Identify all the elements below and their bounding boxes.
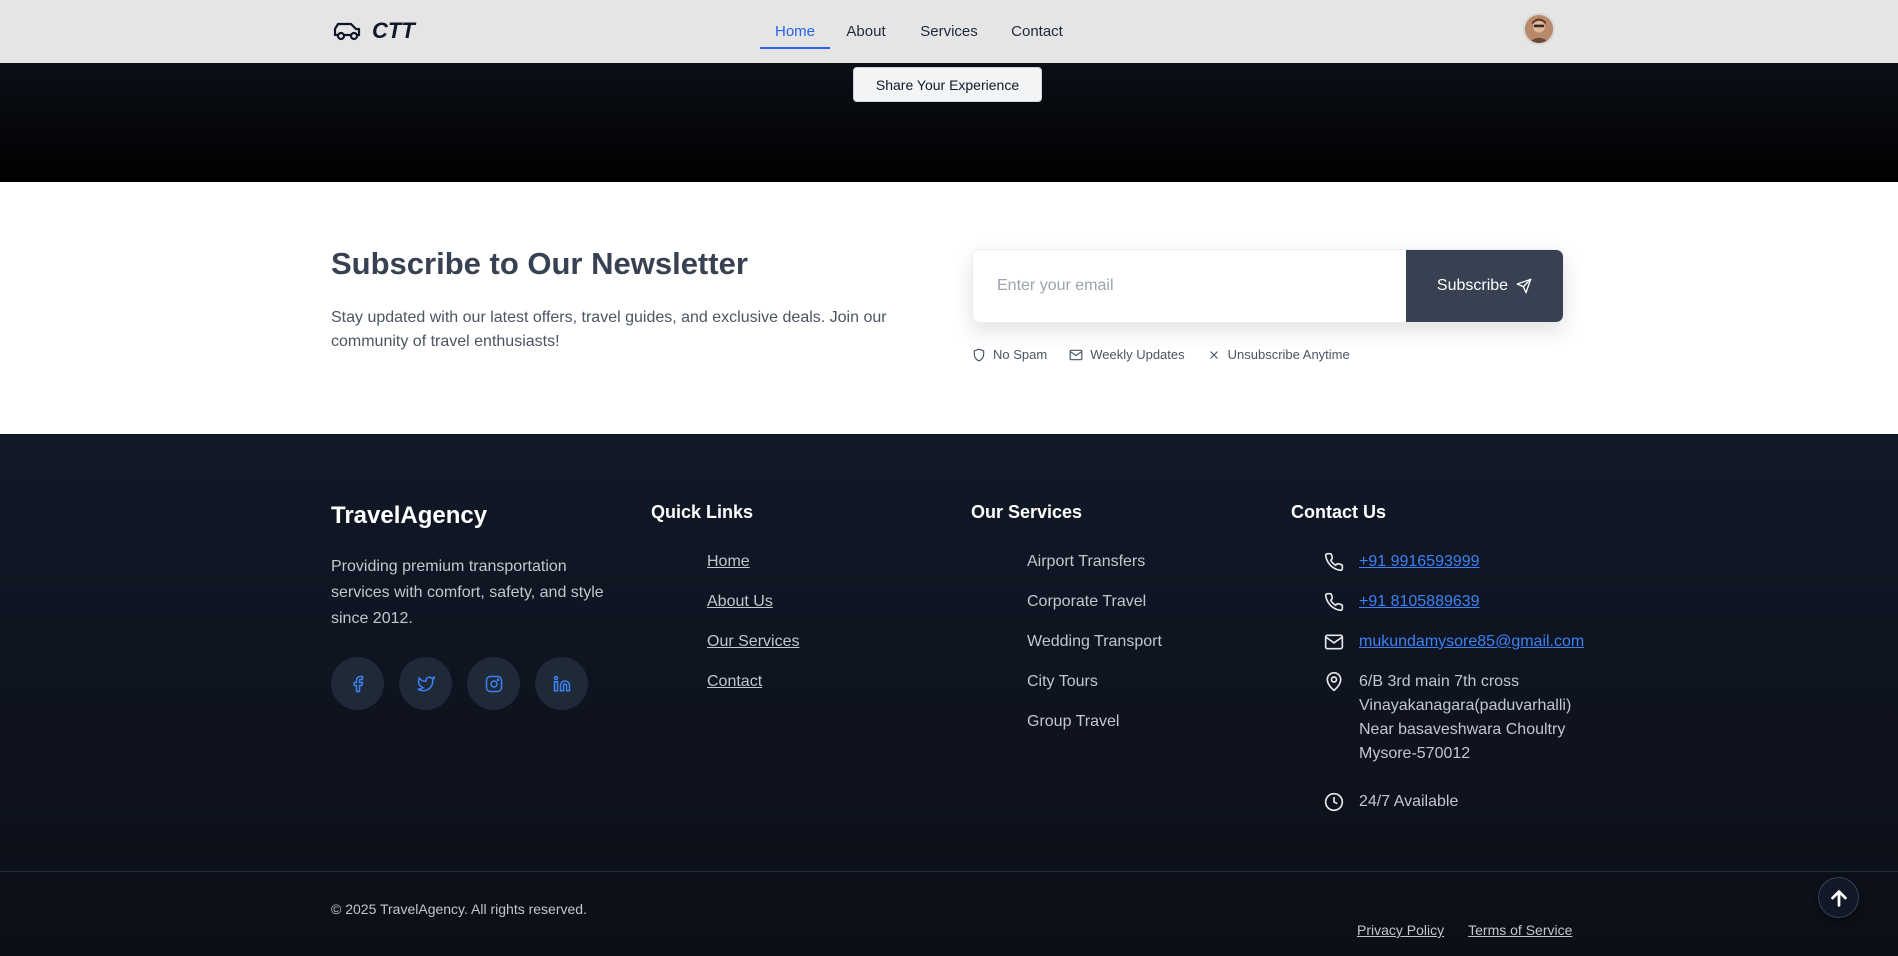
contact-phone-1: +91 9916593999 bbox=[1323, 550, 1480, 574]
footer-link-home[interactable]: Home bbox=[707, 553, 750, 571]
clock-icon bbox=[1324, 792, 1344, 812]
service-item: Group Travel bbox=[1027, 713, 1120, 730]
subscribe-label: Subscribe bbox=[1436, 277, 1509, 294]
quick-links-title: Quick Links bbox=[651, 502, 754, 522]
nav-contact[interactable]: Contact bbox=[1008, 0, 1066, 63]
brand-logo[interactable]: CTT bbox=[332, 18, 415, 44]
arrow-up-icon bbox=[1830, 889, 1847, 907]
email-link[interactable]: mukundamysore85@gmail.com bbox=[1359, 630, 1584, 654]
hours-text: 24/7 Available bbox=[1359, 793, 1459, 810]
contact-phone-2: +91 8105889639 bbox=[1323, 590, 1480, 614]
newsletter-description: Stay updated with our latest offers, tra… bbox=[331, 309, 887, 350]
contact-title: Contact Us bbox=[1291, 502, 1387, 522]
copyright-text: © 2025 TravelAgency. All rights reserved… bbox=[331, 901, 587, 917]
feature-weekly-updates: Weekly Updates bbox=[1069, 347, 1185, 362]
nav-about[interactable]: About bbox=[846, 0, 885, 63]
footer-link-services[interactable]: Our Services bbox=[707, 633, 799, 651]
site-footer: TravelAgency Providing premium transport… bbox=[0, 434, 1898, 956]
address-line: Mysore-570012 bbox=[1359, 745, 1471, 762]
service-item: City Tours bbox=[1027, 673, 1098, 690]
subscribe-button[interactable]: Subscribe bbox=[1406, 250, 1563, 322]
send-icon bbox=[1516, 278, 1532, 294]
service-item: Wedding Transport bbox=[1027, 633, 1162, 650]
top-navbar: CTT Home About Services Contact bbox=[0, 0, 1898, 63]
newsletter-title: Subscribe to Our Newsletter bbox=[331, 246, 748, 281]
mail-icon bbox=[1069, 349, 1083, 360]
feature-label: No Spam bbox=[993, 347, 1048, 362]
footer-link-about[interactable]: About Us bbox=[707, 593, 773, 611]
address-line: Near basaveshwara Choultry bbox=[1359, 721, 1566, 738]
shield-icon bbox=[973, 348, 985, 361]
newsletter-form: Subscribe bbox=[972, 249, 1564, 323]
newsletter-section: Subscribe to Our Newsletter Stay updated… bbox=[0, 182, 1898, 434]
facebook-link[interactable] bbox=[331, 657, 384, 710]
car-icon bbox=[333, 22, 361, 41]
contact-hours: 24/7 Available bbox=[1323, 790, 1458, 814]
instagram-icon bbox=[485, 675, 502, 692]
nav-services[interactable]: Services bbox=[916, 0, 982, 63]
phone-icon bbox=[1324, 592, 1344, 612]
avatar-image bbox=[1525, 15, 1553, 43]
linkedin-icon bbox=[553, 675, 570, 691]
phone-link-1[interactable]: +91 9916593999 bbox=[1359, 550, 1480, 574]
mail-icon bbox=[1324, 634, 1344, 650]
contact-address: 6/B 3rd main 7th cross Vinayakanagara(pa… bbox=[1323, 670, 1571, 766]
nav-home[interactable]: Home bbox=[760, 0, 830, 63]
service-item: Corporate Travel bbox=[1027, 593, 1147, 610]
scroll-to-top-button[interactable] bbox=[1818, 877, 1859, 918]
address-text: 6/B 3rd main 7th cross Vinayakanagara(pa… bbox=[1359, 670, 1571, 766]
address-line: Vinayakanagara(paduvarhalli) bbox=[1359, 697, 1572, 714]
privacy-policy-link[interactable]: Privacy Policy bbox=[1357, 922, 1444, 938]
feature-no-spam: No Spam bbox=[972, 347, 1047, 362]
contact-email: mukundamysore85@gmail.com bbox=[1323, 630, 1584, 654]
legal-links: Privacy Policy Terms of Service bbox=[1357, 922, 1572, 938]
phone-icon bbox=[1324, 552, 1344, 572]
social-links bbox=[331, 657, 588, 710]
map-pin-icon bbox=[1326, 672, 1342, 692]
address-line: 6/B 3rd main 7th cross bbox=[1359, 673, 1520, 690]
twitter-icon bbox=[416, 675, 435, 691]
footer-link-contact[interactable]: Contact bbox=[707, 673, 762, 691]
feature-unsubscribe: Unsubscribe Anytime bbox=[1207, 347, 1350, 362]
share-experience-button[interactable]: Share Your Experience bbox=[853, 67, 1042, 102]
facebook-icon bbox=[353, 675, 363, 692]
instagram-link[interactable] bbox=[467, 657, 520, 710]
services-title: Our Services bbox=[971, 502, 1083, 522]
footer-brand: TravelAgency bbox=[331, 502, 488, 529]
linkedin-link[interactable] bbox=[535, 657, 588, 710]
email-input[interactable] bbox=[973, 250, 1406, 322]
footer-description: Providing premium transportation service… bbox=[331, 558, 604, 627]
service-item: Airport Transfers bbox=[1027, 553, 1146, 570]
newsletter-features: No Spam Weekly Updates Unsubscribe Anyti… bbox=[972, 347, 1350, 362]
phone-link-2[interactable]: +91 8105889639 bbox=[1359, 590, 1480, 614]
feature-label: Weekly Updates bbox=[1090, 347, 1185, 362]
brand-name: CTT bbox=[372, 18, 415, 43]
user-avatar[interactable] bbox=[1523, 13, 1555, 45]
x-icon bbox=[1209, 350, 1218, 359]
twitter-link[interactable] bbox=[399, 657, 452, 710]
footer-divider bbox=[0, 871, 1898, 872]
main-nav: Home About Services Contact bbox=[760, 0, 1066, 63]
feature-label: Unsubscribe Anytime bbox=[1227, 347, 1350, 362]
terms-of-service-link[interactable]: Terms of Service bbox=[1468, 922, 1572, 938]
